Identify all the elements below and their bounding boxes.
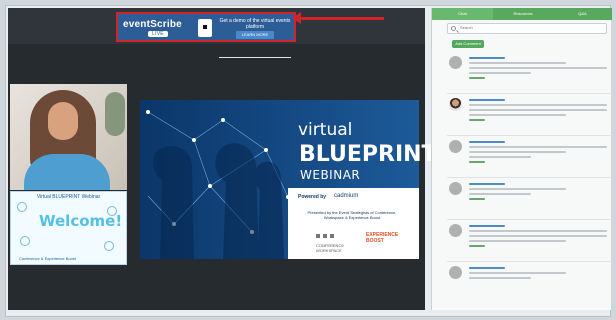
- avatar: [449, 224, 462, 237]
- reply-link[interactable]: [469, 77, 485, 79]
- message-content: [469, 225, 607, 259]
- presentation-area: eventScribe LIVE Get a demo of the virtu…: [8, 8, 437, 310]
- welcome-subtitle: Conference & Experience Boost: [19, 256, 76, 261]
- search-icon: [451, 26, 456, 31]
- slide-title-webinar: WEBINAR: [300, 168, 361, 182]
- message-author: [469, 57, 505, 59]
- speaker-shirt: [24, 154, 110, 190]
- welcome-title: Virtual BLUEPRINT Webinar: [36, 194, 101, 200]
- message-content: [469, 141, 607, 175]
- message-content: [469, 57, 607, 91]
- message-content: [469, 267, 607, 301]
- avatar: [449, 266, 462, 279]
- red-arrow: [292, 12, 384, 24]
- event-header: eventScribe LIVE Get a demo of the virtu…: [8, 8, 425, 58]
- experience-boost-logo: EXPERIENCE BOOST: [366, 232, 399, 244]
- presented-by-text: Presented by the Event Strategists of Co…: [307, 210, 397, 220]
- slide-title-blueprint: BLUEPRINT: [299, 142, 437, 167]
- tab-qna[interactable]: Q&A: [553, 8, 612, 20]
- chat-search[interactable]: [447, 23, 607, 34]
- avatar: [449, 140, 462, 153]
- add-comment-button[interactable]: Add Comment: [452, 40, 484, 48]
- welcome-slide: Virtual BLUEPRINT Webinar Welcome! Confe…: [10, 191, 127, 265]
- search-input[interactable]: [460, 25, 600, 30]
- slide-sponsor-panel: Powered by cadmium Presented by the Even…: [288, 188, 419, 259]
- speaker-face: [48, 102, 78, 140]
- eventscribe-logo: eventScribe LIVE: [123, 19, 182, 37]
- cadmium-logo: cadmium: [334, 193, 359, 199]
- background-plant: [105, 92, 125, 136]
- tab-chat[interactable]: Chat: [432, 8, 493, 20]
- chat-message[interactable]: [447, 54, 612, 94]
- tab-resources[interactable]: Resources: [493, 8, 553, 20]
- doodle-circle: [20, 236, 30, 246]
- speaker-video: [10, 84, 127, 190]
- network-graphic: [146, 110, 290, 259]
- chat-message[interactable]: [447, 264, 612, 304]
- chat-panel: Chat Resources Q&A Add Comment: [431, 8, 612, 310]
- avatar: [449, 56, 462, 69]
- avatar: [449, 182, 462, 195]
- slide-title-virtual: virtual: [298, 120, 353, 140]
- chat-message[interactable]: [447, 96, 612, 136]
- qr-icon: [198, 19, 212, 37]
- message-content: [469, 99, 607, 133]
- eventscribe-banner[interactable]: eventScribe LIVE Get a demo of the virtu…: [116, 12, 296, 58]
- chat-message[interactable]: [447, 138, 612, 178]
- chat-message[interactable]: [447, 180, 612, 220]
- webinar-slide: virtual BLUEPRINT WEBINAR Powered by cad…: [140, 100, 437, 259]
- welcome-text: Welcome!: [39, 212, 123, 230]
- doodle-circle: [104, 241, 114, 251]
- conference-logo: CONFERENCE WORKSPACE: [316, 234, 344, 253]
- chat-tabs: Chat Resources Q&A: [432, 8, 612, 20]
- doodle-circle: [17, 202, 27, 212]
- chat-message[interactable]: [447, 222, 612, 262]
- avatar: [449, 98, 462, 111]
- message-content: [469, 183, 607, 217]
- powered-label: Powered by: [298, 194, 327, 200]
- learn-more-button[interactable]: LEARN MORE: [236, 31, 274, 39]
